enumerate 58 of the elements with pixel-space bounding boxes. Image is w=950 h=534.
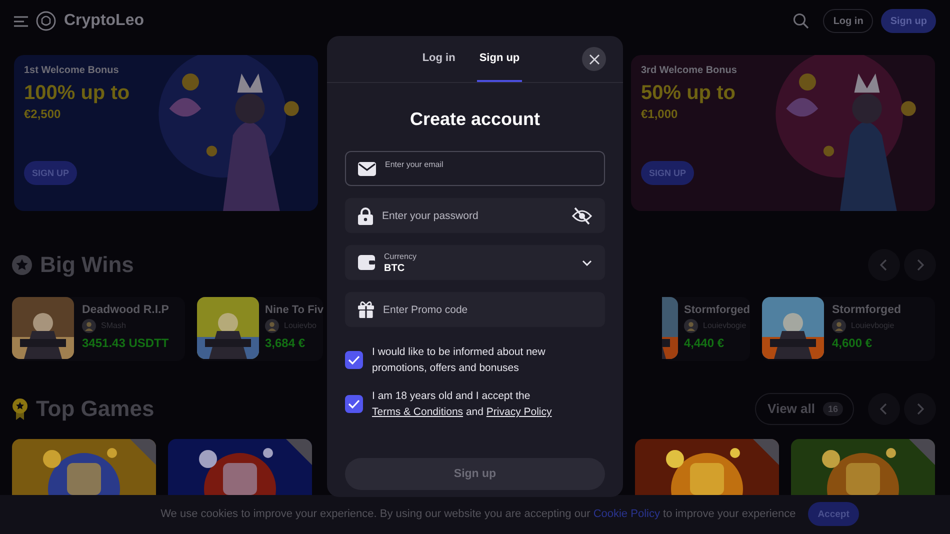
logo-text[interactable]: CryptoLeo xyxy=(64,12,144,30)
envelope-icon xyxy=(358,162,376,176)
checkbox[interactable] xyxy=(345,395,363,413)
checkbox[interactable] xyxy=(345,351,363,369)
field-label: Enter your email xyxy=(385,160,444,169)
bonus-label: 1st Welcome Bonus xyxy=(24,64,119,76)
section-title: Big Wins xyxy=(40,252,134,278)
win-amount: 4,600 € xyxy=(832,336,874,350)
consent-text: I am 18 years old and I accept the Terms & Conditions and Privacy Policy xyxy=(372,389,553,420)
email-field[interactable]: Enter your email xyxy=(345,151,605,186)
chevron-down-icon xyxy=(582,260,592,266)
win-amount: 3,684 € xyxy=(265,336,306,350)
field-label: Currency xyxy=(384,252,416,260)
bonus-label: 3rd Welcome Bonus xyxy=(641,64,737,76)
game-name: Deadwood R.I.P xyxy=(82,304,169,316)
lock-icon xyxy=(358,206,373,224)
cookie-notice: We use cookies to improve your experience. By using our website you are accepting our Cookie Policy to improve your experience xyxy=(160,508,796,520)
game-name: Nine To Fiv xyxy=(265,304,324,316)
policy-link[interactable]: Terms & Conditions xyxy=(372,406,464,418)
field-value: BTC xyxy=(384,262,406,274)
game-name: Stormforged xyxy=(684,304,750,316)
avatar-icon xyxy=(265,318,279,333)
dialog-title: Create account xyxy=(410,109,540,130)
currency-select[interactable]: Currency BTC xyxy=(345,245,605,280)
search-icon[interactable] xyxy=(793,13,810,30)
promo-code-field[interactable]: Enter Promo code xyxy=(345,292,605,327)
menu-icon[interactable] xyxy=(14,16,28,27)
gift-icon xyxy=(358,301,374,318)
chevron-left-icon xyxy=(880,402,888,415)
cookie-policy-link[interactable]: Cookie Policy xyxy=(593,508,660,520)
close-button[interactable] xyxy=(582,47,606,71)
consent-text: I would like to be informed about new promotions, offers and bonuses xyxy=(372,345,546,376)
chevron-right-icon xyxy=(916,258,924,271)
policy-link[interactable]: Privacy Policy xyxy=(486,406,552,418)
chevron-right-icon xyxy=(916,402,924,415)
login-button[interactable]: Log in xyxy=(823,9,874,34)
win-amount: 3451.43 USDTT xyxy=(82,336,169,350)
avatar-icon xyxy=(684,318,698,333)
bonus-amount: €2,500 xyxy=(24,106,61,121)
signup-button[interactable]: Sign up xyxy=(881,9,936,34)
chevron-left-icon xyxy=(880,258,888,271)
bonus-amount: €1,000 xyxy=(641,106,678,121)
avatar-icon xyxy=(832,318,846,333)
bonus-headline: 100% up to xyxy=(24,82,130,105)
dialog-tab[interactable]: Sign up xyxy=(477,36,522,82)
win-amount: 4,440 € xyxy=(684,336,726,350)
wallet-icon xyxy=(358,255,375,270)
check-icon xyxy=(348,399,360,409)
check-icon xyxy=(348,355,360,365)
medal-icon xyxy=(12,398,28,420)
close-icon xyxy=(588,54,600,64)
hidden-eye-icon[interactable] xyxy=(572,206,592,224)
avatar-icon xyxy=(82,318,96,333)
password-field[interactable]: Enter your password xyxy=(345,198,605,233)
dialog-tab[interactable]: Log in xyxy=(420,36,458,82)
section-title: Top Games xyxy=(36,396,154,422)
bonus-headline: 50% up to xyxy=(641,82,736,105)
game-name: Stormforged xyxy=(832,304,901,316)
